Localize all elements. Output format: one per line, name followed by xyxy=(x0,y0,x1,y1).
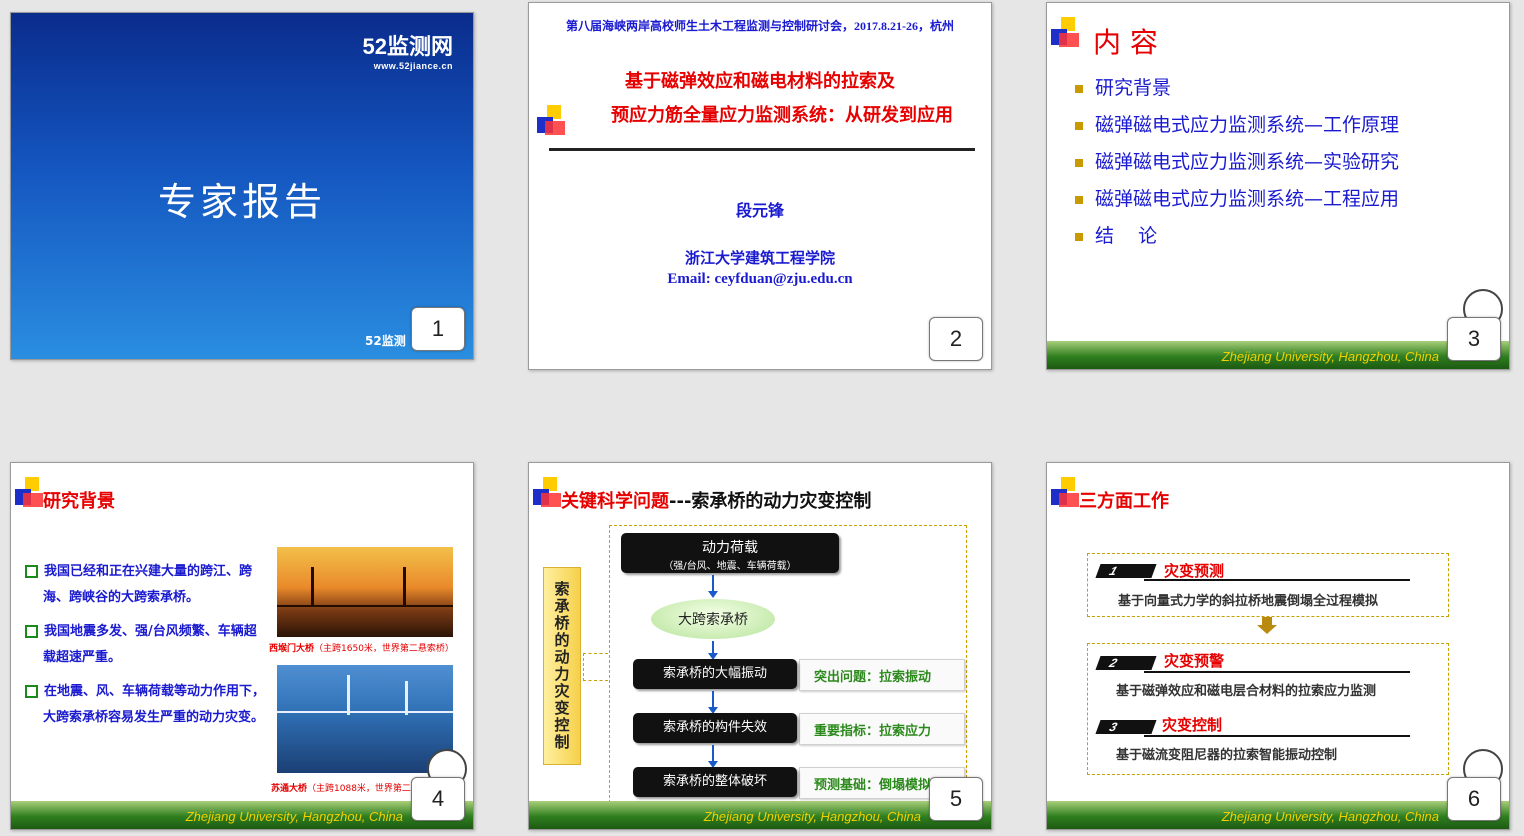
work-title: 灾变预警 xyxy=(1164,652,1225,670)
contents-item: 结 论 xyxy=(1075,221,1399,258)
note-box: 突出问题：拉索振动 xyxy=(799,659,965,691)
photo-caption-1: 西堠门大桥（主跨1650米，世界第二悬索桥） xyxy=(269,644,454,654)
bullet-item: 在地震、风、车辆荷载等动力作用下，大跨索承桥容易发生严重的动力灾变。 xyxy=(25,679,265,731)
slide-footer: Zhejiang University, Hangzhou, China xyxy=(11,801,473,829)
flow-arrow xyxy=(708,641,718,660)
flow-arrow xyxy=(708,691,718,714)
slide-footer: Zhejiang University, Hangzhou, China xyxy=(529,801,991,829)
work-underline xyxy=(1144,735,1410,737)
slide-number: 4 xyxy=(411,777,465,821)
slide-title-line2: 预应力筋全量应力监测系统：从研发到应用 xyxy=(611,105,953,126)
contents-item: 磁弹磁电式应力监测系统—实验研究 xyxy=(1075,147,1399,184)
bullet-item: 我国地震多发、强/台风频繁、车辆超载超速严重。 xyxy=(25,619,265,671)
affiliation: 浙江大学建筑工程学院 xyxy=(684,249,835,267)
contents-item: 磁弹磁电式应力监测系统—工程应用 xyxy=(1075,184,1399,221)
slide-title-line1: 基于磁弹效应和磁电材料的拉索及 xyxy=(625,71,895,92)
slide-thumbnail-4[interactable]: 研究背景 我国已经和正在兴建大量的跨江、跨海、跨峡谷的大跨索承桥。 我国地震多发… xyxy=(10,462,474,830)
bullet-list: 我国已经和正在兴建大量的跨江、跨海、跨峡谷的大跨索承桥。 我国地震多发、强/台风… xyxy=(25,559,265,731)
slide-title: 研究背景 xyxy=(43,491,115,512)
contents-item: 磁弹磁电式应力监测系统—工作原理 xyxy=(1075,110,1399,147)
work-title: 灾变控制 xyxy=(1162,716,1223,734)
contents-list: 研究背景 磁弹磁电式应力监测系统—工作原理 磁弹磁电式应力监测系统—实验研究 磁… xyxy=(1075,73,1399,258)
load-subtitle: （强/台风、地震、车辆荷载） xyxy=(663,561,797,572)
slide-number: 6 xyxy=(1447,777,1501,821)
slide-number: 5 xyxy=(929,777,983,821)
slide-title: 内 容 xyxy=(1093,26,1158,59)
work-underline xyxy=(1144,579,1410,581)
flow-arrow xyxy=(708,745,718,768)
work-box-1: 1 灾变预测 基于向量式力学的斜拉桥地震倒塌全过程模拟 xyxy=(1087,553,1449,617)
flow-step-box: 索承桥的构件失效 xyxy=(633,713,797,743)
load-box: 动力荷载 （强/台风、地震、车辆荷载） xyxy=(621,533,839,573)
number-badge: 3 xyxy=(1095,720,1157,734)
slide-title: 三方面工作 xyxy=(1079,491,1169,512)
flow-step-box: 索承桥的整体破坏 xyxy=(633,767,797,797)
slide-footer: Zhejiang University, Hangzhou, China xyxy=(1047,341,1509,369)
decoration-squares xyxy=(537,105,573,141)
footer-text: Zhejiang University, Hangzhou, China xyxy=(1221,349,1439,364)
conference-line: 第八届海峡两岸高校师生土木工程监测与控制研讨会，2017.8.21-26，杭州 xyxy=(566,19,954,33)
footer-text: Zhejiang University, Hangzhou, China xyxy=(185,809,403,824)
slide-number: 3 xyxy=(1447,317,1501,361)
slide-title: 专家报告 xyxy=(157,180,326,224)
work-underline xyxy=(1144,671,1410,673)
bullet-item: 我国已经和正在兴建大量的跨江、跨海、跨峡谷的大跨索承桥。 xyxy=(25,559,265,611)
slide-title: 关键科学问题---索承桥的动力灾变控制 xyxy=(561,491,872,512)
side-label: 索承桥的动力灾变控制 xyxy=(543,567,581,765)
number-badge: 1 xyxy=(1095,564,1157,578)
title-underline xyxy=(549,148,975,151)
decoration-squares xyxy=(1051,17,1087,53)
work-desc: 基于磁流变阻尼器的拉索智能振动控制 xyxy=(1116,748,1338,763)
work-desc: 基于磁弹效应和磁电层合材料的拉索应力监测 xyxy=(1116,684,1377,699)
note-box: 重要指标：拉索应力 xyxy=(799,713,965,745)
footer-text: Zhejiang University, Hangzhou, China xyxy=(703,809,921,824)
bridge-photo-suspension xyxy=(277,547,453,637)
slide-number: 2 xyxy=(929,317,983,361)
bridge-photo-cablestayed xyxy=(277,665,453,773)
work-desc: 基于向量式力学的斜拉桥地震倒塌全过程模拟 xyxy=(1118,594,1379,609)
slide-footer: Zhejiang University, Hangzhou, China xyxy=(1047,801,1509,829)
logo-main: 52监测网 xyxy=(362,34,453,59)
slide-number: 1 xyxy=(411,307,465,351)
number-badge: 2 xyxy=(1095,656,1157,670)
bracket-arrow xyxy=(583,653,608,681)
work-title: 灾变预测 xyxy=(1164,562,1225,580)
down-arrow-icon xyxy=(1257,617,1277,634)
work-box-group: 2 灾变预警 基于磁弹效应和磁电层合材料的拉索应力监测 3 灾变控制 基于磁流变… xyxy=(1087,643,1449,775)
bridge-oval: 大跨索承桥 xyxy=(651,599,775,639)
slide-thumbnail-3[interactable]: 内 容 研究背景 磁弹磁电式应力监测系统—工作原理 磁弹磁电式应力监测系统—实验… xyxy=(1046,2,1510,370)
logo: 52监测网 www.52jiance.cn xyxy=(363,29,453,71)
author: 段元锋 xyxy=(735,201,784,220)
flow-arrow xyxy=(708,575,718,598)
load-title: 动力荷载 xyxy=(702,540,758,556)
slide-thumbnail-1[interactable]: 52监测网 www.52jiance.cn 专家报告 52监测 1 xyxy=(10,12,474,360)
slide-thumbnail-2[interactable]: 第八届海峡两岸高校师生土木工程监测与控制研讨会，2017.8.21-26，杭州 … xyxy=(528,2,992,370)
contents-item: 研究背景 xyxy=(1075,73,1399,110)
logo-url: www.52jiance.cn xyxy=(373,61,453,71)
footer-text: Zhejiang University, Hangzhou, China xyxy=(1221,809,1439,824)
email: Email: ceyfduan@zju.edu.cn xyxy=(667,271,853,287)
slide-thumbnail-5[interactable]: 关键科学问题---索承桥的动力灾变控制 索承桥的动力灾变控制 动力荷载 （强/台… xyxy=(528,462,992,830)
flow-step-box: 索承桥的大幅振动 xyxy=(633,659,797,689)
corner-text: 52监测 xyxy=(365,334,406,348)
slide-thumbnail-6[interactable]: 三方面工作 1 灾变预测 基于向量式力学的斜拉桥地震倒塌全过程模拟 2 灾变预警… xyxy=(1046,462,1510,830)
